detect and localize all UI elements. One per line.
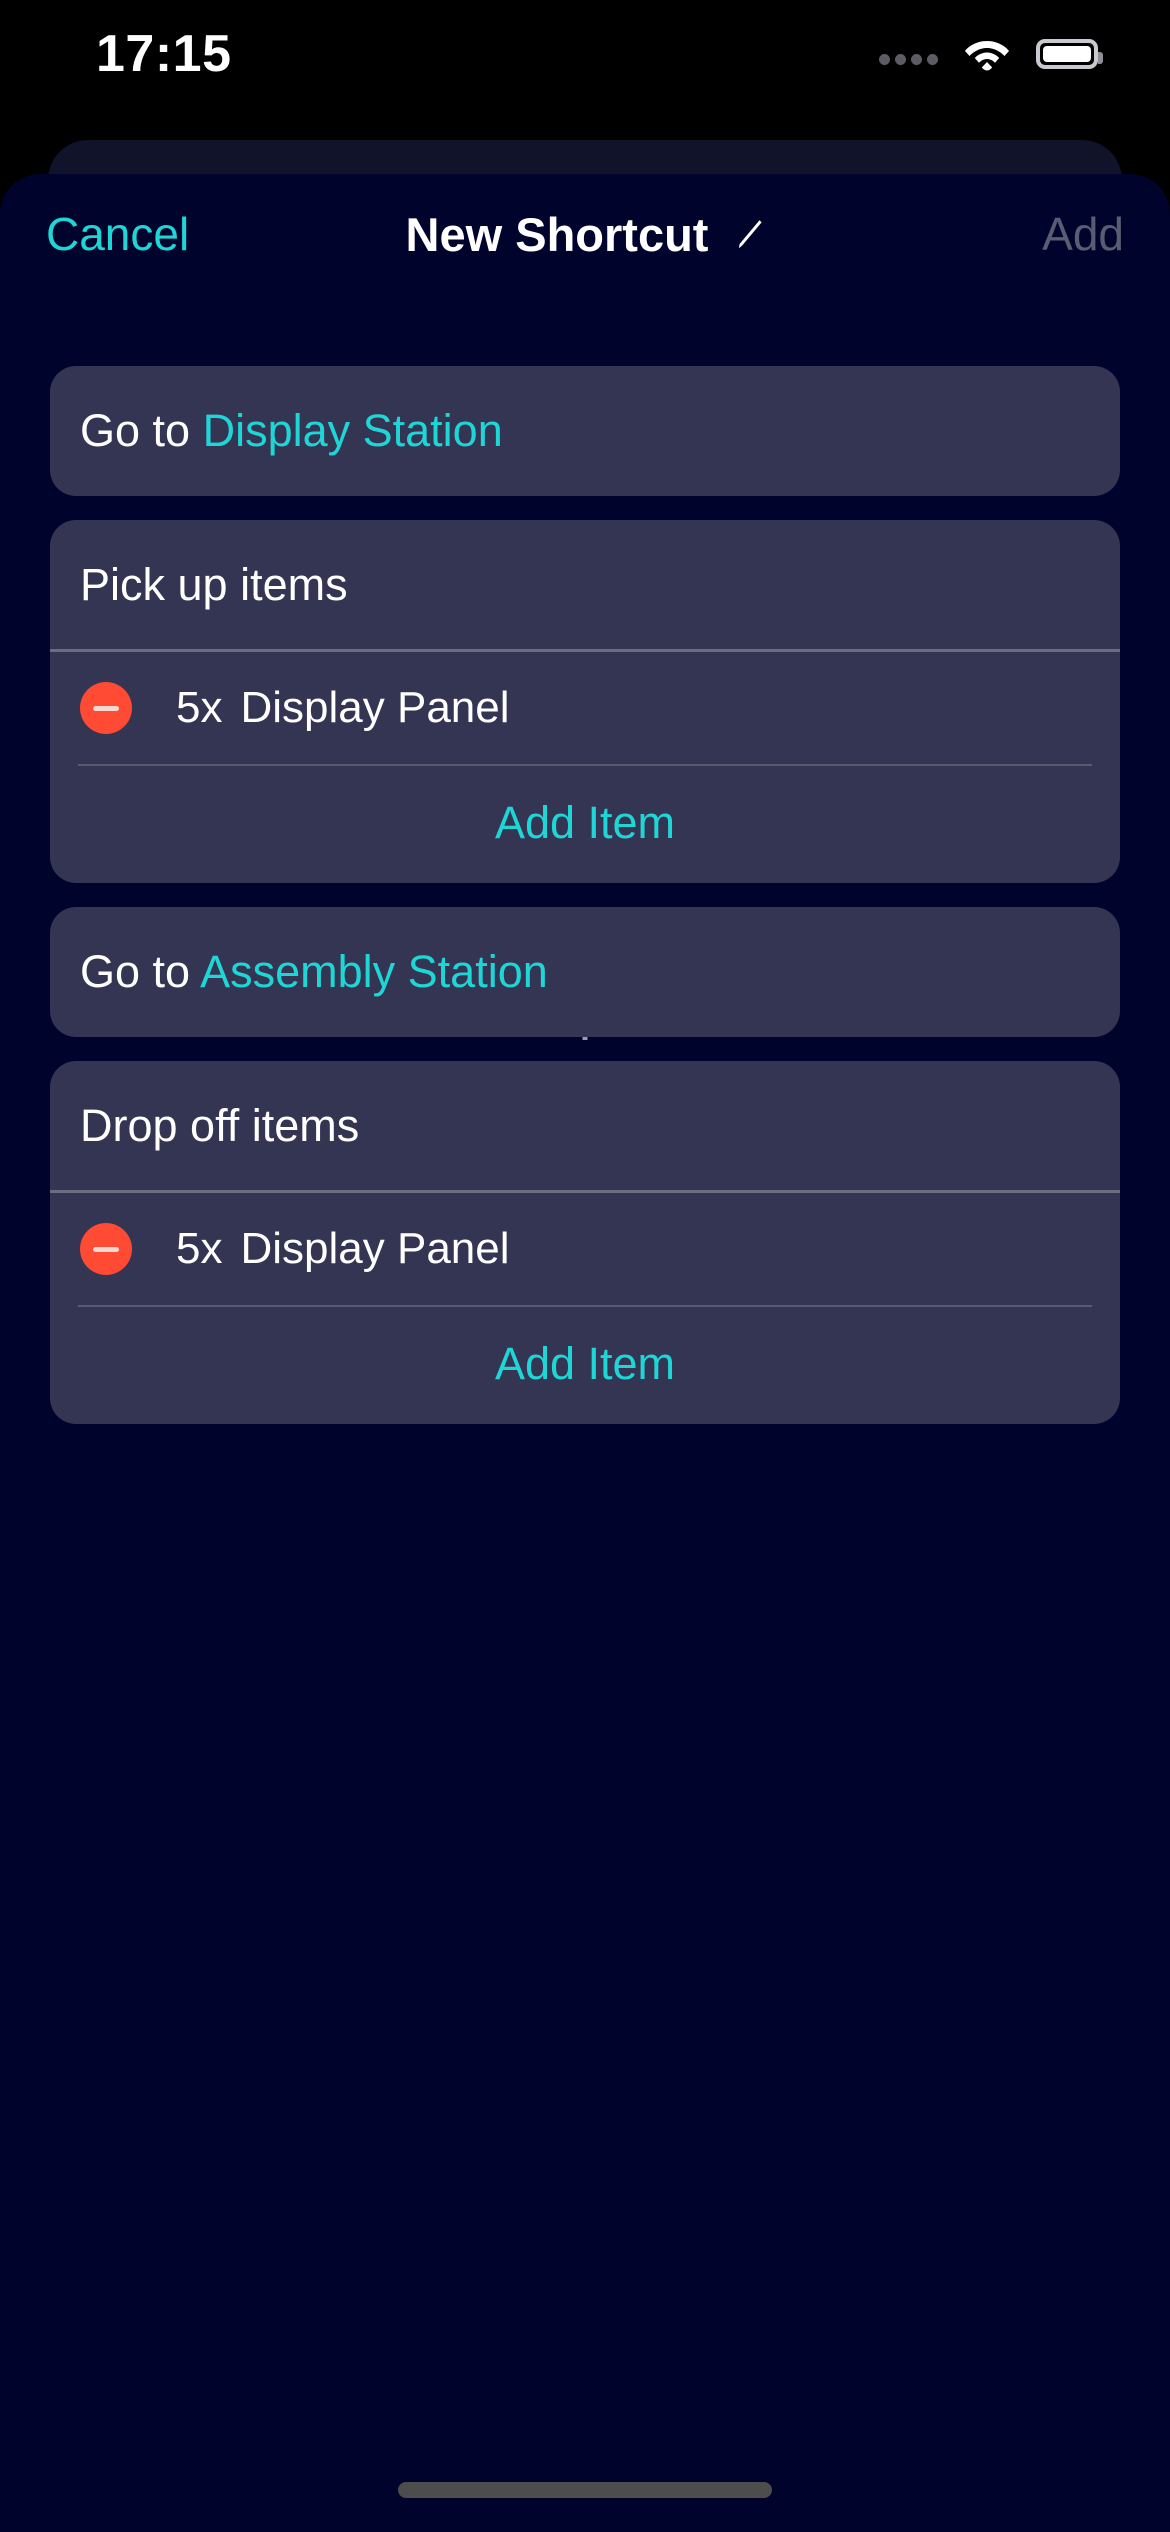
action-card-goto-assembly-station[interactable]: Go to Assembly Station	[50, 907, 1120, 1037]
cancel-button[interactable]: Cancel	[46, 211, 189, 257]
item-quantity: 5x	[176, 683, 223, 732]
phone-screen: 17:15 Cancel New Shortcut Add Go to Disp…	[0, 0, 1170, 2532]
goto-prefix-label: Go to	[80, 405, 203, 456]
item-quantity: 5x	[176, 1224, 223, 1273]
status-bar-indicators	[879, 37, 1103, 71]
action-card-goto-display-station[interactable]: Go to Display Station	[50, 366, 1120, 496]
status-bar: 17:15	[0, 0, 1170, 108]
new-shortcut-sheet: Cancel New Shortcut Add Go to Display St…	[0, 174, 1170, 2532]
goto-target-label[interactable]: Assembly Station	[200, 946, 548, 997]
sheet-navigation-bar: Cancel New Shortcut Add	[0, 174, 1170, 294]
item-name: Display Panel	[240, 683, 510, 732]
item-row[interactable]: 5x Display Panel	[50, 652, 1120, 764]
shortcut-actions-list: Go to Display Station Pick up items 5x Di…	[0, 294, 1170, 1424]
item-row[interactable]: 5x Display Panel	[50, 1193, 1120, 1305]
add-item-button[interactable]: Add Item	[495, 800, 675, 845]
item-label: 5x Display Panel	[176, 1227, 510, 1271]
add-item-row[interactable]: Add Item	[50, 1307, 1120, 1424]
page-title: New Shortcut	[405, 207, 709, 261]
goto-target-label[interactable]: Display Station	[203, 405, 503, 456]
add-item-row[interactable]: Add Item	[50, 766, 1120, 883]
item-label: 5x Display Panel	[176, 686, 510, 730]
status-bar-time: 17:15	[96, 25, 232, 83]
item-name: Display Panel	[240, 1224, 510, 1273]
add-item-button[interactable]: Add Item	[495, 1341, 675, 1386]
add-button[interactable]: Add	[1042, 211, 1124, 257]
battery-icon	[1036, 39, 1103, 69]
action-title: Go to Assembly Station	[50, 907, 1120, 1037]
wifi-icon	[964, 37, 1010, 71]
action-card-drop-off-items[interactable]: Drop off items 5x Display Panel Add Item	[50, 1060, 1120, 1424]
action-title: Pick up items	[80, 558, 348, 610]
pencil-icon[interactable]	[730, 217, 764, 251]
signal-dots-icon	[879, 43, 938, 65]
goto-prefix-label: Go to	[80, 946, 201, 997]
minus-circle-icon[interactable]	[80, 682, 132, 734]
home-indicator[interactable]	[398, 2482, 772, 2498]
minus-circle-icon[interactable]	[80, 1223, 132, 1275]
action-title: Go to Display Station	[50, 366, 1120, 496]
action-card-pick-up-items[interactable]: Pick up items 5x Display Panel Add Item	[50, 519, 1120, 883]
action-title: Drop off items	[80, 1099, 360, 1151]
